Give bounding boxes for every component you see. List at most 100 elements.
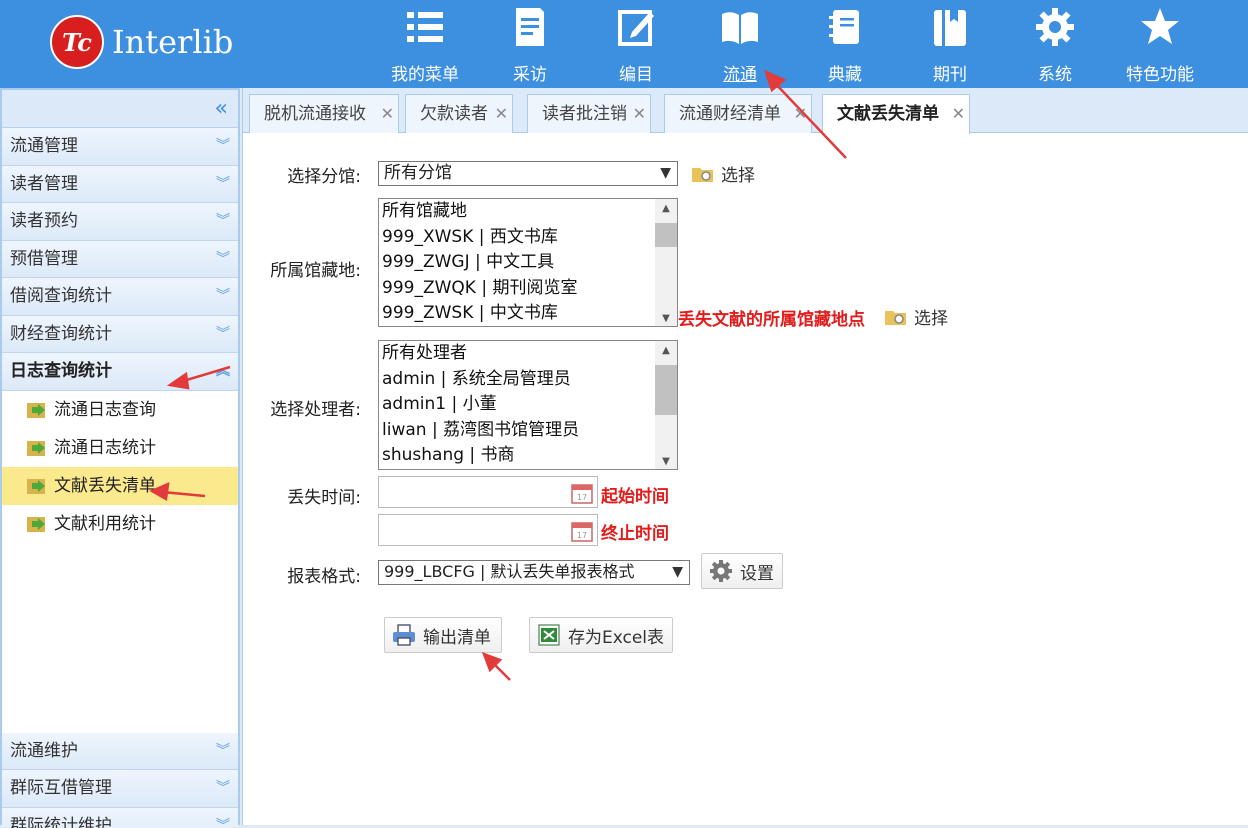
tab-finance-list[interactable]: 流通财经清单 ✕	[664, 94, 812, 133]
nav-label: 流通	[723, 65, 757, 85]
branch-select-value: 所有分馆	[384, 163, 452, 183]
tab-offline-receive[interactable]: 脱机流通接收 ✕	[249, 94, 399, 133]
tab-label: 欠款读者	[420, 104, 488, 124]
nav-periodicals[interactable]: 期刊	[900, 0, 1000, 88]
close-icon[interactable]: ✕	[952, 95, 965, 133]
edit-icon	[618, 10, 654, 46]
handler-listbox[interactable]: 所有处理者 admin | 系统全局管理员 admin1 | 小董 liwan …	[378, 340, 678, 470]
calendar-icon[interactable]: 17	[571, 482, 593, 504]
output-list-button[interactable]: 输出清单	[384, 617, 502, 653]
calendar-icon[interactable]: 17	[571, 520, 593, 542]
branch-select[interactable]: 所有分馆 ▼	[378, 161, 678, 186]
nav-label: 编目	[619, 65, 653, 85]
sidebar-collapse-bar: «	[2, 90, 238, 128]
tab-lost-list[interactable]: 文献丢失清单 ✕	[822, 94, 970, 134]
nav-circulation[interactable]: 流通	[690, 0, 790, 88]
close-icon[interactable]: ✕	[794, 95, 807, 133]
sidebar-sub-item-selected[interactable]: 文献丢失清单	[2, 466, 238, 505]
scroll-thumb[interactable]	[655, 223, 677, 247]
location-option[interactable]: 999_ZWGJ | 中文工具	[379, 250, 677, 276]
output-label: 输出清单	[423, 627, 491, 648]
listbox-scrollbar[interactable]: ▲ ▼	[655, 341, 677, 469]
nav-system[interactable]: 系统	[1005, 0, 1105, 88]
location-option[interactable]: 999_XWSK | 西文书库	[379, 225, 677, 251]
save-excel-button[interactable]: 存为Excel表	[529, 617, 673, 653]
close-icon[interactable]: ✕	[633, 95, 646, 133]
sidebar-group[interactable]: 流通管理 ︾	[2, 128, 238, 166]
group-label: 读者预约	[10, 211, 78, 231]
handler-option[interactable]: admin1 | 小董	[379, 392, 677, 418]
branch-label: 选择分馆:	[287, 167, 361, 187]
scroll-down-icon[interactable]: ▼	[655, 313, 677, 324]
sidebar-group[interactable]: 借阅查询统计 ︾	[2, 278, 238, 316]
logo-text: Interlib	[112, 23, 234, 61]
sidebar-group[interactable]: 流通维护 ︾	[2, 732, 238, 770]
double-chevron-down-icon: ︾	[216, 780, 230, 796]
sidebar-sub-item[interactable]: 文献利用统计	[2, 505, 238, 543]
tab-reader-batch-cancel[interactable]: 读者批注销 ✕	[527, 94, 651, 133]
double-chevron-down-icon: ︾	[216, 817, 230, 828]
document-icon	[516, 8, 544, 46]
app-logo[interactable]: Tc Interlib	[50, 15, 233, 69]
location-note: 丢失文献的所属馆藏地点	[678, 310, 865, 330]
tab-owing-readers[interactable]: 欠款读者 ✕	[405, 94, 513, 133]
scroll-down-icon[interactable]: ▼	[655, 456, 677, 467]
scroll-thumb[interactable]	[655, 365, 677, 415]
format-label: 报表格式:	[287, 567, 361, 587]
location-listbox[interactable]: 所有馆藏地 999_XWSK | 西文书库 999_ZWGJ | 中文工具 99…	[378, 198, 678, 327]
group-label: 财经查询统计	[10, 323, 112, 344]
nav-label: 采访	[513, 65, 547, 85]
nav-my-menu[interactable]: 我的菜单	[375, 0, 475, 88]
group-label: 群际互借管理	[10, 778, 112, 798]
sidebar-group[interactable]: 群际互借管理 ︾	[2, 770, 238, 808]
handler-option[interactable]: shushang | 书商	[379, 443, 677, 469]
handler-option[interactable]: 所有处理者	[379, 341, 677, 367]
group-label: 借阅查询统计	[10, 286, 112, 306]
nav-acquisition[interactable]: 采访	[480, 0, 580, 88]
sidebar-group[interactable]: 预借管理 ︾	[2, 240, 238, 278]
nav-features[interactable]: 特色功能	[1110, 0, 1210, 88]
close-icon[interactable]: ✕	[381, 95, 394, 133]
sidebar-group[interactable]: 财经查询统计 ︾	[2, 315, 238, 353]
double-chevron-left-icon[interactable]: «	[215, 96, 228, 121]
svg-text:17: 17	[577, 493, 587, 502]
branch-choose-button[interactable]: 选择	[691, 161, 755, 186]
svg-text:17: 17	[577, 531, 587, 540]
location-option[interactable]: 999_ZWQK | 期刊阅览室	[379, 276, 677, 302]
location-option[interactable]: 999_ZWSK | 中文书库	[379, 301, 677, 326]
logo-mark: Tc	[50, 15, 104, 69]
sidebar-sub-item[interactable]: 流通日志查询	[2, 391, 238, 429]
double-chevron-up-icon: ︽	[216, 363, 230, 379]
tab-label: 流通财经清单	[679, 104, 781, 124]
sidebar-group-open[interactable]: 日志查询统计 ︽	[2, 353, 238, 391]
double-chevron-down-icon: ︾	[216, 288, 230, 304]
close-icon[interactable]: ✕	[495, 95, 508, 133]
start-date-input[interactable]: 17	[378, 476, 598, 508]
scroll-up-icon[interactable]: ▲	[655, 345, 677, 356]
end-time-note: 终止时间	[601, 524, 669, 544]
listbox-scrollbar[interactable]: ▲ ▼	[655, 199, 677, 326]
excel-label: 存为Excel表	[568, 627, 665, 648]
scroll-up-icon[interactable]: ▲	[655, 203, 677, 214]
nav-holdings[interactable]: 典藏	[795, 0, 895, 88]
sidebar-group[interactable]: 读者管理 ︾	[2, 165, 238, 203]
start-time-note: 起始时间	[601, 487, 669, 507]
location-option[interactable]: 所有馆藏地	[379, 199, 677, 225]
handler-option[interactable]: liwan | 荔湾图书馆管理员	[379, 418, 677, 444]
group-label: 群际统计维护	[10, 815, 112, 828]
sidebar: « 流通管理 ︾ 读者管理 ︾ 读者预约 ︾ 预借管理 ︾ 借阅查询统计 ︾ 财经查询统计…	[0, 88, 240, 828]
sidebar-group[interactable]: 读者预约 ︾	[2, 203, 238, 241]
handler-option[interactable]: admin | 系统全局管理员	[379, 367, 677, 393]
group-label: 读者管理	[10, 173, 78, 194]
format-select[interactable]: 999_LBCFG | 默认丢失单报表格式 ▼	[378, 560, 690, 585]
double-chevron-down-icon: ︾	[216, 213, 230, 229]
end-date-input[interactable]: 17	[378, 514, 598, 546]
sidebar-group[interactable]: 群际统计维护 ︾	[2, 807, 238, 828]
nav-label: 特色功能	[1126, 65, 1194, 85]
location-choose-button[interactable]: 选择	[884, 304, 948, 329]
sidebar-sub-item[interactable]: 流通日志统计	[2, 429, 238, 467]
nav-cataloging[interactable]: 编目	[586, 0, 686, 88]
open-book-icon	[722, 12, 758, 45]
settings-button[interactable]: 设置	[701, 553, 783, 589]
